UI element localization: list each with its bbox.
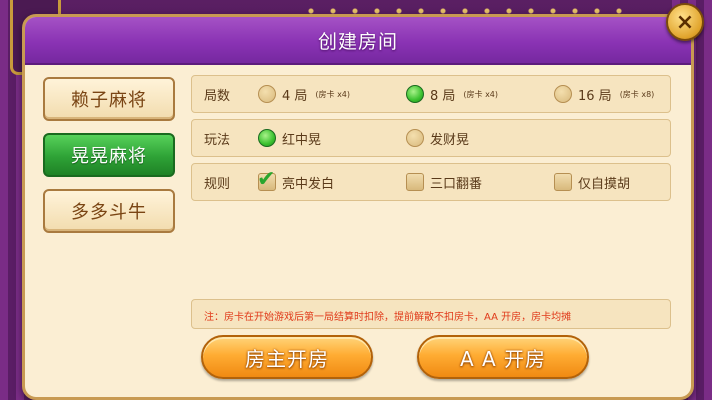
option-label: 发财晃 <box>430 132 470 148</box>
rule-option-liangzhongfabai[interactable]: ✔ 亮中发白 <box>257 169 335 193</box>
option-label: 三口翻番 <box>430 176 483 192</box>
room-card-notice: 注：房卡在开始游戏后第一局结算时扣除，提前解散不扣房卡，AA 开房，房卡均摊 <box>191 299 671 329</box>
game-type-duoduo-douniu[interactable]: 多多斗牛 <box>43 189 175 233</box>
checkmark-icon: ✔ <box>257 167 276 192</box>
radio-button[interactable] <box>554 85 572 103</box>
rounds-option-8[interactable]: 8 局 (房卡 x4) <box>406 83 498 105</box>
rounds-option-16[interactable]: 16 局 (房卡 x8) <box>554 83 654 105</box>
dialog-title-bar: 创建房间 <box>25 17 691 65</box>
game-type-label: 多多斗牛 <box>71 202 147 223</box>
option-label: 16 局 <box>578 88 612 104</box>
radio-button-selected[interactable] <box>258 129 276 147</box>
create-room-dialog: 创建房间 赖子麻将 晃晃麻将 多多斗牛 局数 4 局 (房卡 x4) 8 局 (… <box>22 14 694 400</box>
rules-row: 规则 ✔ 亮中发白 三口翻番 仅自摸胡 <box>191 163 671 201</box>
game-type-label: 晃晃麻将 <box>71 146 147 167</box>
dialog-title: 创建房间 <box>317 31 398 53</box>
button-label: 房主开房 <box>245 346 329 371</box>
radio-button[interactable] <box>258 85 276 103</box>
rounds-row: 局数 4 局 (房卡 x4) 8 局 (房卡 x4) 16 局 (房卡 x8) <box>191 75 671 113</box>
background-lights <box>300 0 630 14</box>
radio-button[interactable] <box>406 129 424 147</box>
play-mode-label: 玩法 <box>204 133 231 148</box>
game-type-laizi-mahjong[interactable]: 赖子麻将 <box>43 77 175 121</box>
option-note: (房卡 x8) <box>619 89 655 99</box>
aa-open-room-button[interactable]: A A 开房 <box>417 335 589 379</box>
option-label: 仅自摸胡 <box>578 176 631 192</box>
play-mode-row: 玩法 红中晃 发财晃 <box>191 119 671 157</box>
checkbox[interactable] <box>554 173 572 191</box>
close-icon[interactable]: × <box>666 3 704 41</box>
play-mode-option-facai[interactable]: 发财晃 <box>406 127 469 149</box>
play-mode-option-hongzhong[interactable]: 红中晃 <box>258 127 321 149</box>
rules-label: 规则 <box>204 177 231 192</box>
checkbox-checked[interactable]: ✔ <box>257 169 276 191</box>
option-label: 红中晃 <box>282 132 322 148</box>
button-label: A A 开房 <box>459 346 547 371</box>
option-note: (房卡 x4) <box>315 89 351 99</box>
rounds-option-4[interactable]: 4 局 (房卡 x4) <box>258 83 350 105</box>
option-label: 4 局 <box>282 88 308 104</box>
notice-text: 注：房卡在开始游戏后第一局结算时扣除，提前解散不扣房卡，AA 开房，房卡均摊 <box>204 312 572 323</box>
game-type-huanghuang-mahjong[interactable]: 晃晃麻将 <box>43 133 175 177</box>
host-open-room-button[interactable]: 房主开房 <box>201 335 373 379</box>
option-label: 8 局 <box>430 88 456 104</box>
option-note: (房卡 x4) <box>463 89 499 99</box>
checkbox[interactable] <box>406 173 424 191</box>
radio-button-selected[interactable] <box>406 85 424 103</box>
rounds-label: 局数 <box>204 89 231 104</box>
rule-option-sankoufanfan[interactable]: 三口翻番 <box>406 171 482 193</box>
rule-option-jinzimohu[interactable]: 仅自摸胡 <box>554 171 630 193</box>
game-type-label: 赖子麻将 <box>71 90 147 111</box>
option-label: 亮中发白 <box>282 176 335 192</box>
